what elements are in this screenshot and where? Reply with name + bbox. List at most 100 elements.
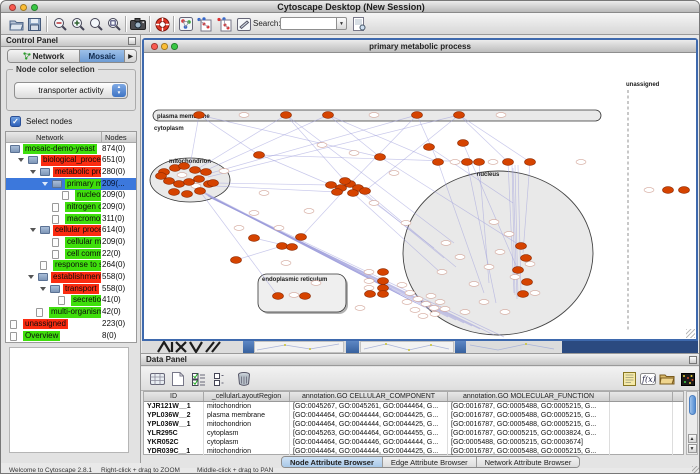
layout-network-icon[interactable] xyxy=(215,15,233,33)
disclosure-triangle-icon[interactable] xyxy=(18,158,24,162)
network-edge[interactable] xyxy=(286,115,454,243)
tree-row[interactable]: establishment of lo558(0) xyxy=(6,272,136,284)
network-edge[interactable] xyxy=(202,194,278,296)
network-node[interactable] xyxy=(513,267,524,274)
network-label-node[interactable] xyxy=(437,270,447,275)
scrollbar-thumb[interactable] xyxy=(689,395,696,415)
tree-row[interactable]: macromolecule311(0) xyxy=(6,213,136,225)
network-label-node[interactable] xyxy=(500,310,510,315)
import-attributes-icon[interactable] xyxy=(658,370,676,388)
network-label-node[interactable] xyxy=(469,282,479,287)
network-edge[interactable] xyxy=(214,186,337,192)
tree-row[interactable]: transport558(0) xyxy=(6,283,136,295)
tab-overflow-arrow-icon[interactable]: ▶ xyxy=(125,50,136,62)
network-node[interactable] xyxy=(518,291,529,298)
tree-row[interactable]: Overview8(0) xyxy=(6,330,136,342)
tree-row[interactable]: mosaic-demo-yeast874(0) xyxy=(6,143,136,155)
network-label-node[interactable] xyxy=(525,262,535,267)
network-label-node[interactable] xyxy=(274,226,284,231)
unselect-attributes-icon[interactable] xyxy=(210,370,228,388)
select-nodes-checkbox[interactable]: ✓ xyxy=(10,116,21,127)
network-label-node[interactable] xyxy=(430,312,440,317)
network-edge[interactable] xyxy=(459,115,530,162)
tab-network[interactable]: Network xyxy=(8,50,80,62)
network-label-node[interactable] xyxy=(364,279,374,284)
column-header[interactable]: _cellularLayoutRegion xyxy=(204,392,290,401)
network-label-node[interactable] xyxy=(489,220,499,225)
network-node[interactable] xyxy=(458,140,469,147)
tab-mosaic[interactable]: Mosaic xyxy=(80,50,125,62)
network-node[interactable] xyxy=(195,188,206,195)
float-panel-icon[interactable] xyxy=(689,356,697,364)
network-node[interactable] xyxy=(164,178,175,185)
network-node[interactable] xyxy=(300,293,311,300)
network-node[interactable] xyxy=(326,182,337,189)
tree-row[interactable]: nucleobase-209(0) xyxy=(6,190,136,202)
network-label-node[interactable] xyxy=(440,307,450,312)
disclosure-triangle-icon[interactable] xyxy=(40,287,46,291)
network-node[interactable] xyxy=(522,279,533,286)
tree-row[interactable]: metabolic process280(0) xyxy=(6,166,136,178)
network-node[interactable] xyxy=(249,235,260,242)
network-label-node[interactable] xyxy=(479,300,489,305)
network-label-node[interactable] xyxy=(177,173,187,178)
network-label-node[interactable] xyxy=(450,160,460,165)
annotation-icon[interactable] xyxy=(235,15,253,33)
network-label-node[interactable] xyxy=(435,300,445,305)
network-node[interactable] xyxy=(365,291,376,298)
function-builder-icon[interactable]: f(x) xyxy=(639,370,657,388)
network-label-node[interactable] xyxy=(239,113,249,118)
network-label-node[interactable] xyxy=(410,308,420,313)
network-node[interactable] xyxy=(348,190,359,197)
network-node[interactable] xyxy=(433,159,444,166)
network-edge[interactable] xyxy=(261,155,331,185)
network-label-node[interactable] xyxy=(510,275,520,280)
attribute-table[interactable]: ID_cellularLayoutRegionannotation.GO CEL… xyxy=(143,391,684,455)
network-node[interactable] xyxy=(375,154,386,161)
network-node[interactable] xyxy=(254,152,265,159)
network-node[interactable] xyxy=(332,189,343,196)
tree-row[interactable]: response to stimulu264(0) xyxy=(6,260,136,272)
app-titlebar[interactable]: Cytoscape Desktop (New Session) xyxy=(1,1,700,13)
disclosure-triangle-icon[interactable] xyxy=(42,182,48,186)
network-node[interactable] xyxy=(296,234,307,241)
column-header[interactable]: annotation.GO MOLECULAR_FUNCTION xyxy=(448,392,610,401)
network-view-titlebar[interactable]: primary metabolic process xyxy=(144,40,696,53)
disclosure-triangle-icon[interactable] xyxy=(28,275,34,279)
network-edge[interactable] xyxy=(204,115,417,175)
network-edge[interactable] xyxy=(417,115,438,162)
network-label-node[interactable] xyxy=(364,286,374,291)
network-label-node[interactable] xyxy=(418,314,428,319)
network-node[interactable] xyxy=(208,180,219,187)
network-label-node[interactable] xyxy=(530,291,540,296)
filter-network-icon[interactable] xyxy=(195,15,213,33)
network-label-node[interactable] xyxy=(488,160,498,165)
search-input[interactable] xyxy=(280,17,336,30)
network-node[interactable] xyxy=(194,176,205,183)
network-node[interactable] xyxy=(194,112,205,119)
network-label-node[interactable] xyxy=(311,281,321,286)
network-node[interactable] xyxy=(521,255,532,262)
tab-edge-attribute-browser[interactable]: Edge Attribute Browser xyxy=(383,457,477,467)
attribute-editor-icon[interactable] xyxy=(620,370,638,388)
network-node[interactable] xyxy=(378,269,389,276)
table-row[interactable]: YJR121W__1mitochondrion[GO:0045267, GO:0… xyxy=(144,402,683,411)
tree-row[interactable]: primary metabo209(... xyxy=(6,178,136,190)
snapshot-camera-icon[interactable] xyxy=(129,15,147,33)
network-label-node[interactable] xyxy=(364,270,374,275)
network-node[interactable] xyxy=(360,188,371,195)
vizmapper-icon[interactable] xyxy=(177,15,195,33)
network-edge[interactable] xyxy=(236,246,282,260)
attribute-matrix-icon[interactable] xyxy=(148,370,166,388)
delete-attribute-icon[interactable] xyxy=(235,370,253,388)
column-header[interactable]: annotation.GO CELLULAR_COMPONENT xyxy=(290,392,448,401)
network-node[interactable] xyxy=(412,112,423,119)
tree-row[interactable]: nitrogen compo209(0) xyxy=(6,201,136,213)
table-row[interactable]: YPL036W__1mitochondrion[GO:0044464, GO:0… xyxy=(144,420,683,429)
attribute-table-header[interactable]: ID_cellularLayoutRegionannotation.GO CEL… xyxy=(144,392,683,402)
network-canvas[interactable]: plasma membranecytoplasmmitochondrionnuc… xyxy=(144,53,696,339)
table-scrollbar[interactable]: ▲ ▼ xyxy=(686,391,698,455)
network-label-node[interactable] xyxy=(249,211,259,216)
network-label-node[interactable] xyxy=(441,241,451,246)
network-node[interactable] xyxy=(231,257,242,264)
